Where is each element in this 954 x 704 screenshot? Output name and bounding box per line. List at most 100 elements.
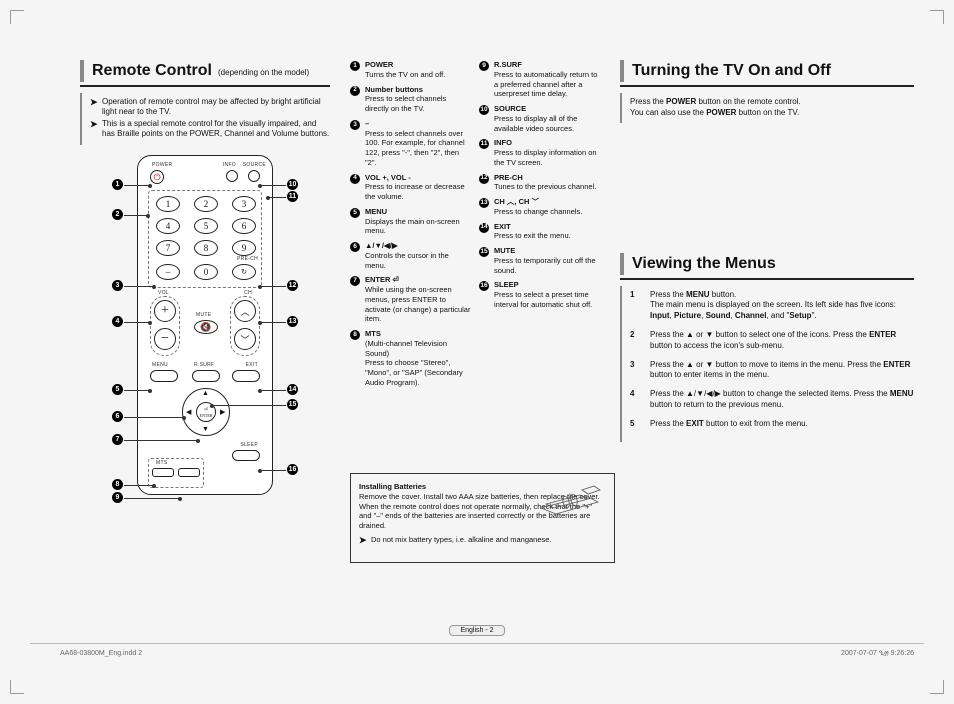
- callout-item: 1POWERTurns the TV on and off.: [350, 60, 471, 80]
- battery-illustration: [536, 482, 606, 518]
- callout-text: MENUDisplays the main on-screen menu.: [365, 207, 471, 236]
- callout-number: 15: [479, 247, 489, 257]
- callout-text: VOL +, VOL -Press to increase or decreas…: [365, 173, 471, 202]
- crop-mark: [930, 680, 944, 694]
- power-button: ⏻: [150, 170, 164, 184]
- crop-mark: [10, 10, 24, 24]
- label-sleep: SLEEP: [240, 442, 258, 448]
- callout-text: ▲/▼/◀/▶Controls the cursor in the menu.: [365, 241, 471, 270]
- leader: [124, 498, 180, 499]
- prech-button: ↻: [232, 264, 256, 280]
- step-number: 3: [630, 360, 640, 382]
- leader: [124, 215, 148, 216]
- sleep-button: [232, 450, 260, 461]
- footer-rule: [30, 643, 924, 644]
- step-number: 4: [630, 389, 640, 411]
- step-text: Press the MENU button.The main menu is d…: [650, 290, 914, 322]
- mts-button: [152, 468, 174, 477]
- step-text: Press the ▲/▼/◀/▶ button to change the s…: [650, 389, 914, 411]
- callout-number: 1: [350, 61, 360, 71]
- leader: [124, 440, 198, 441]
- key-7: 7: [156, 240, 180, 256]
- callout-number: 13: [479, 198, 489, 208]
- key-0: 0: [194, 264, 218, 280]
- callout-item: 7 ENTER ⏎While using the on-screen menus,…: [350, 275, 471, 324]
- key-6: 6: [232, 218, 256, 234]
- menu-step: 5Press the EXIT button to exit from the …: [630, 419, 914, 430]
- label-rsurf: R.SURF: [194, 362, 214, 368]
- inst-heading: Installing Batteries: [359, 482, 426, 491]
- step-number: 5: [630, 419, 640, 430]
- callout-7: 7: [112, 434, 123, 445]
- callout-text: ENTER ⏎While using the on-screen menus, …: [365, 275, 471, 324]
- rule: [80, 85, 330, 87]
- file-name: AA68-03800M_Eng.indd 2: [60, 650, 142, 658]
- leader: [124, 286, 154, 287]
- leader: [268, 197, 286, 198]
- crop-mark: [930, 10, 944, 24]
- callout-number: 2: [350, 86, 360, 96]
- leader: [260, 185, 286, 186]
- callout-number: 8: [350, 330, 360, 340]
- callout-item: 5 MENUDisplays the main on-screen menu.: [350, 207, 471, 236]
- callout-5: 5: [112, 384, 123, 395]
- callout-text: INFOPress to display information on the …: [494, 138, 600, 167]
- callout-item: 13 CH ︿, CH ﹀Press to change channels.: [479, 197, 600, 217]
- callout-11: 11: [287, 191, 298, 202]
- callout-text: PRE-CHTunes to the previous channel.: [494, 173, 596, 193]
- arrow-icon: ➤: [90, 119, 100, 139]
- callout-16: 16: [287, 464, 298, 475]
- leader: [212, 405, 286, 406]
- callout-item: 11 INFOPress to display information on th…: [479, 138, 600, 167]
- callout-number: 7: [350, 276, 360, 286]
- menu-step: 4 Press the ▲/▼/◀/▶ button to change the …: [630, 389, 914, 411]
- arrow-icon: ➤: [90, 97, 100, 117]
- callout-text: SLEEPPress to select a preset time inter…: [494, 280, 600, 309]
- section-heading-menus: Viewing the Menus: [620, 253, 914, 275]
- callout-item: 9R.SURFPress to automatically return to …: [479, 60, 600, 99]
- callout-item: 6▲/▼/◀/▶Controls the cursor in the menu.: [350, 241, 471, 270]
- remote-body: POWER INFO SOURCE ⏻ 1 2 3 4 5 6 7 8 9 – …: [137, 155, 273, 495]
- col-right: Turning the TV On and Off Press the POWE…: [620, 60, 914, 525]
- callout-6: 6: [112, 411, 123, 422]
- leader: [124, 322, 150, 323]
- step-text: Press the ▲ or ▼ button to select one of…: [650, 330, 914, 352]
- menu-button: [150, 370, 178, 382]
- callout-14: 14: [287, 384, 298, 395]
- power-text: Press the POWER button on the remote con…: [620, 93, 914, 123]
- col-left: Remote Control(depending on the model) ➤…: [80, 60, 330, 525]
- leader: [124, 417, 184, 418]
- ch-up: ︿: [234, 300, 256, 322]
- callout-4: 4: [112, 316, 123, 327]
- vol-down: −: [154, 328, 176, 350]
- callout-item: 16SLEEPPress to select a preset time int…: [479, 280, 600, 309]
- rule: [620, 85, 914, 87]
- callout-number: 5: [350, 208, 360, 218]
- callout-text: MUTEPress to temporarily cut off the sou…: [494, 246, 600, 275]
- menu-step: 1Press the MENU button.The main menu is …: [630, 290, 914, 322]
- col-middle: 1POWERTurns the TV on and off.2Number bu…: [350, 60, 600, 525]
- vol-up: +: [154, 300, 176, 322]
- rule: [620, 278, 914, 280]
- callout-number: 4: [350, 174, 360, 184]
- callout-text: –Press to select channels over 100. For …: [365, 119, 471, 168]
- callout-number: 12: [479, 174, 489, 184]
- callout-item: 3–Press to select channels over 100. For…: [350, 119, 471, 168]
- callout-number: 11: [479, 139, 489, 149]
- step-number: 2: [630, 330, 640, 352]
- aux-button: [178, 468, 200, 477]
- note-text: This is a special remote control for the…: [102, 119, 330, 139]
- callout-number: 14: [479, 223, 489, 233]
- callout-text: R.SURFPress to automatically return to a…: [494, 60, 600, 99]
- callout-10: 10: [287, 179, 298, 190]
- key-5: 5: [194, 218, 218, 234]
- callout-15: 15: [287, 399, 298, 410]
- key-2: 2: [194, 196, 218, 212]
- callout-text: CH ︿, CH ﹀Press to change channels.: [494, 197, 582, 217]
- section-heading-remote: Remote Control(depending on the model): [80, 60, 330, 82]
- label-prech: PRE-CH: [237, 256, 258, 262]
- note-box: ➤Operation of remote control may be affe…: [80, 93, 330, 145]
- menu-step: 3Press the ▲ or ▼ button to move to item…: [630, 360, 914, 382]
- callout-12: 12: [287, 280, 298, 291]
- page-footer: English - 2: [0, 625, 954, 636]
